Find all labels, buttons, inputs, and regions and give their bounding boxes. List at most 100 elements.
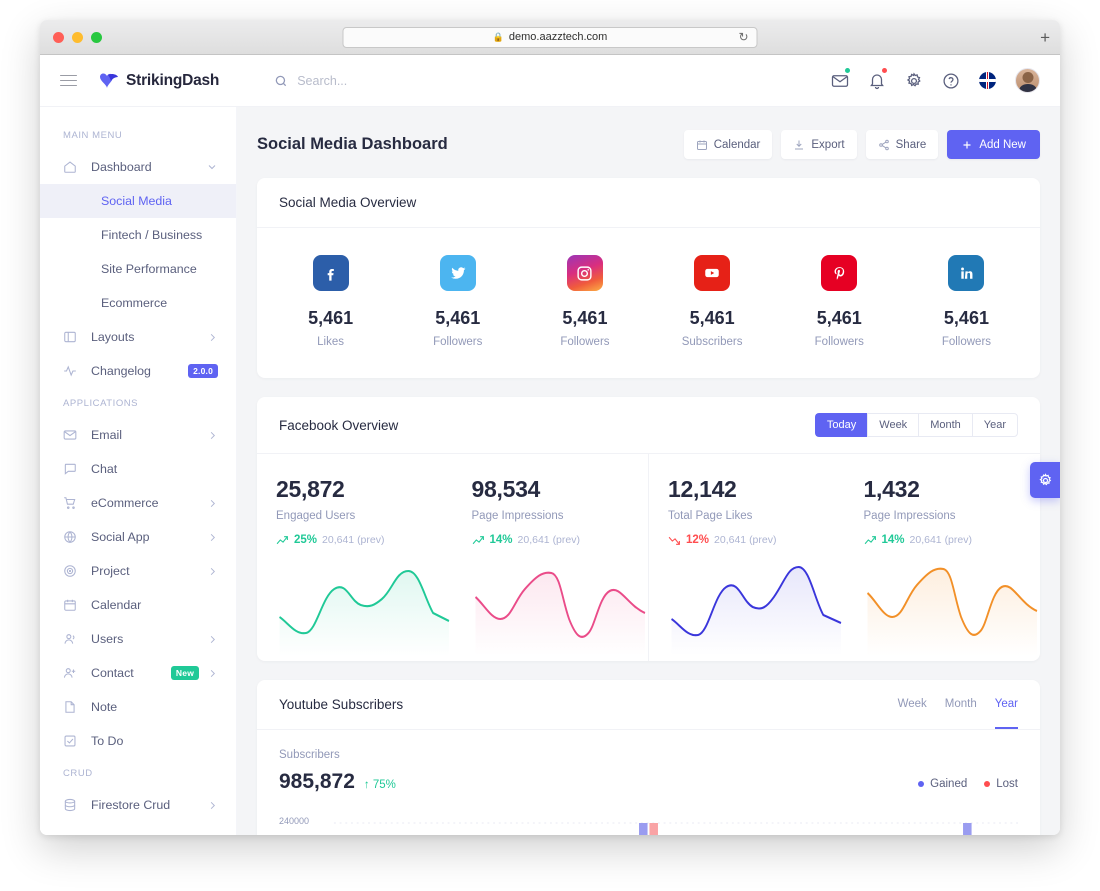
tab-year[interactable]: Year <box>971 413 1018 437</box>
button-label: Add New <box>979 138 1026 151</box>
export-button[interactable]: Export <box>781 130 857 159</box>
new-badge: New <box>170 666 199 680</box>
settings-fab-button[interactable] <box>1030 462 1060 498</box>
trend-up-icon <box>276 535 288 544</box>
help-icon[interactable] <box>942 72 960 90</box>
metric-value: 25,872 <box>276 476 345 502</box>
bell-icon[interactable] <box>868 67 887 90</box>
sidebar-item-todo[interactable]: To Do <box>40 724 236 758</box>
minimize-button[interactable] <box>72 31 83 43</box>
lock-icon: 🔒 <box>492 31 504 42</box>
sidebar-subitem-label: Fintech / Business <box>101 228 203 242</box>
flag-icon[interactable] <box>979 72 996 89</box>
sidebar-item-ecommerce-dash[interactable]: Ecommerce <box>40 286 236 320</box>
metric-percent: 12% <box>686 534 710 546</box>
avatar[interactable] <box>1015 68 1040 93</box>
sidebar-item-project[interactable]: Project <box>40 554 236 588</box>
sidebar-item-ecommerce[interactable]: eCommerce <box>40 486 236 520</box>
brand-logo[interactable]: StrikingDash <box>99 72 219 90</box>
menu-toggle-icon[interactable] <box>60 71 77 89</box>
social-stat-facebook[interactable]: 5,461 Likes <box>267 255 394 348</box>
tab-month[interactable]: Month <box>918 413 972 437</box>
social-stat-linkedin[interactable]: 5,461 Followers <box>903 255 1030 348</box>
stat-value: 5,461 <box>816 308 862 328</box>
gear-icon[interactable] <box>905 71 923 90</box>
legend-item-lost: Lost <box>984 778 1018 790</box>
sparkline-engaged-users <box>279 569 450 656</box>
sidebar-subitem-label: Ecommerce <box>101 296 168 310</box>
sidebar-item-label: Layouts <box>91 330 135 344</box>
search-box[interactable] <box>274 73 518 88</box>
social-platform-row: 5,461 Likes 5,461 Followers 5,461 Follow… <box>257 228 1040 378</box>
metric-trend: 14% 20,641 (prev) <box>472 534 649 546</box>
chevron-right-icon <box>207 800 218 811</box>
sidebar-item-chat[interactable]: Chat <box>40 452 236 486</box>
sidebar-item-label: eCommerce <box>91 496 159 510</box>
add-new-button[interactable]: Add New <box>947 130 1040 159</box>
stat-value: 5,461 <box>562 308 608 328</box>
sidebar-item-users[interactable]: Users <box>40 622 236 656</box>
facebook-overview-card: Facebook Overview Today Week Month Year … <box>257 397 1040 661</box>
sidebar-item-site-performance[interactable]: Site Performance <box>40 252 236 286</box>
stat-label: Followers <box>814 336 864 348</box>
social-stat-instagram[interactable]: 5,461 Followers <box>521 255 648 348</box>
tab-week[interactable]: Week <box>867 413 919 437</box>
close-button[interactable] <box>53 31 64 43</box>
metrics-group-left: 25,872 Engaged Users 25% 20,641 (prev) 9… <box>257 454 649 661</box>
search-icon <box>275 75 287 86</box>
check-square-icon <box>63 734 78 748</box>
tab-month[interactable]: Month <box>945 698 977 712</box>
twitter-icon <box>439 255 476 291</box>
topbar-icons <box>831 67 1040 93</box>
chevron-right-icon <box>207 532 218 543</box>
page-title: Social Media Dashboard <box>257 135 448 153</box>
subscribers-growth: ↑ 75% <box>363 779 396 791</box>
chevron-right-icon <box>207 498 218 509</box>
subscribers-value: 985,872 <box>279 770 355 793</box>
sidebar-item-layouts[interactable]: Layouts <box>40 320 236 354</box>
pinterest-icon <box>821 255 858 291</box>
tab-week[interactable]: Week <box>898 698 927 712</box>
metric-total-page-likes: 12,142 Total Page Likes 12% 20,641 (prev… <box>649 476 845 661</box>
sidebar-item-contact[interactable]: Contact New <box>40 656 236 690</box>
stat-label: Followers <box>941 336 992 348</box>
sidebar-item-firestore-crud[interactable]: Firestore Crud <box>40 788 236 822</box>
search-input[interactable] <box>297 73 518 88</box>
sidebar-item-changelog[interactable]: Changelog 2.0.0 <box>40 354 236 388</box>
sidebar-item-social-app[interactable]: Social App <box>40 520 236 554</box>
calendar-button[interactable]: Calendar <box>683 130 773 159</box>
mail-icon <box>63 428 78 442</box>
reload-icon[interactable]: ↻ <box>738 31 748 43</box>
window-traffic-lights[interactable] <box>53 31 102 43</box>
sidebar-item-note[interactable]: Note <box>40 690 236 724</box>
mail-icon[interactable] <box>831 67 850 90</box>
subscribers-label: Subscribers <box>279 749 340 761</box>
social-stat-pinterest[interactable]: 5,461 Followers <box>776 255 903 348</box>
plus-icon <box>961 139 973 151</box>
address-bar[interactable]: 🔒 demo.aazztech.com ↻ <box>342 26 758 48</box>
note-icon <box>63 700 78 714</box>
sidebar-item-fintech-business[interactable]: Fintech / Business <box>40 218 236 252</box>
gear-icon <box>1038 472 1051 485</box>
share-icon <box>878 139 890 151</box>
sidebar-item-email[interactable]: Email <box>40 418 236 452</box>
maximize-button[interactable] <box>91 31 102 43</box>
sidebar-item-social-media[interactable]: Social Media <box>40 184 236 218</box>
new-tab-button[interactable]: + <box>1040 29 1050 46</box>
sidebar-subitem-label: Site Performance <box>101 262 197 276</box>
social-stat-youtube[interactable]: 5,461 Subscribers <box>649 255 776 348</box>
sidebar-item-calendar[interactable]: Calendar <box>40 588 236 622</box>
browser-window: 🔒 demo.aazztech.com ↻ + StrikingDash Sea… <box>40 20 1060 835</box>
metric-value: 98,534 <box>471 476 541 502</box>
brand-name: StrikingDash <box>126 71 220 89</box>
sidebar-item-label: Chat <box>91 462 118 476</box>
sidebar-item-dashboard[interactable]: Dashboard <box>40 150 236 184</box>
sidebar-item-label: Note <box>91 700 118 714</box>
share-button[interactable]: Share <box>865 130 939 159</box>
social-stat-twitter[interactable]: 5,461 Followers <box>394 255 521 348</box>
card-header: Social Media Overview <box>257 178 1040 228</box>
tab-year[interactable]: Year <box>994 698 1019 729</box>
tab-today[interactable]: Today <box>814 413 868 437</box>
facebook-icon <box>312 255 349 291</box>
linkedin-icon <box>948 255 985 291</box>
